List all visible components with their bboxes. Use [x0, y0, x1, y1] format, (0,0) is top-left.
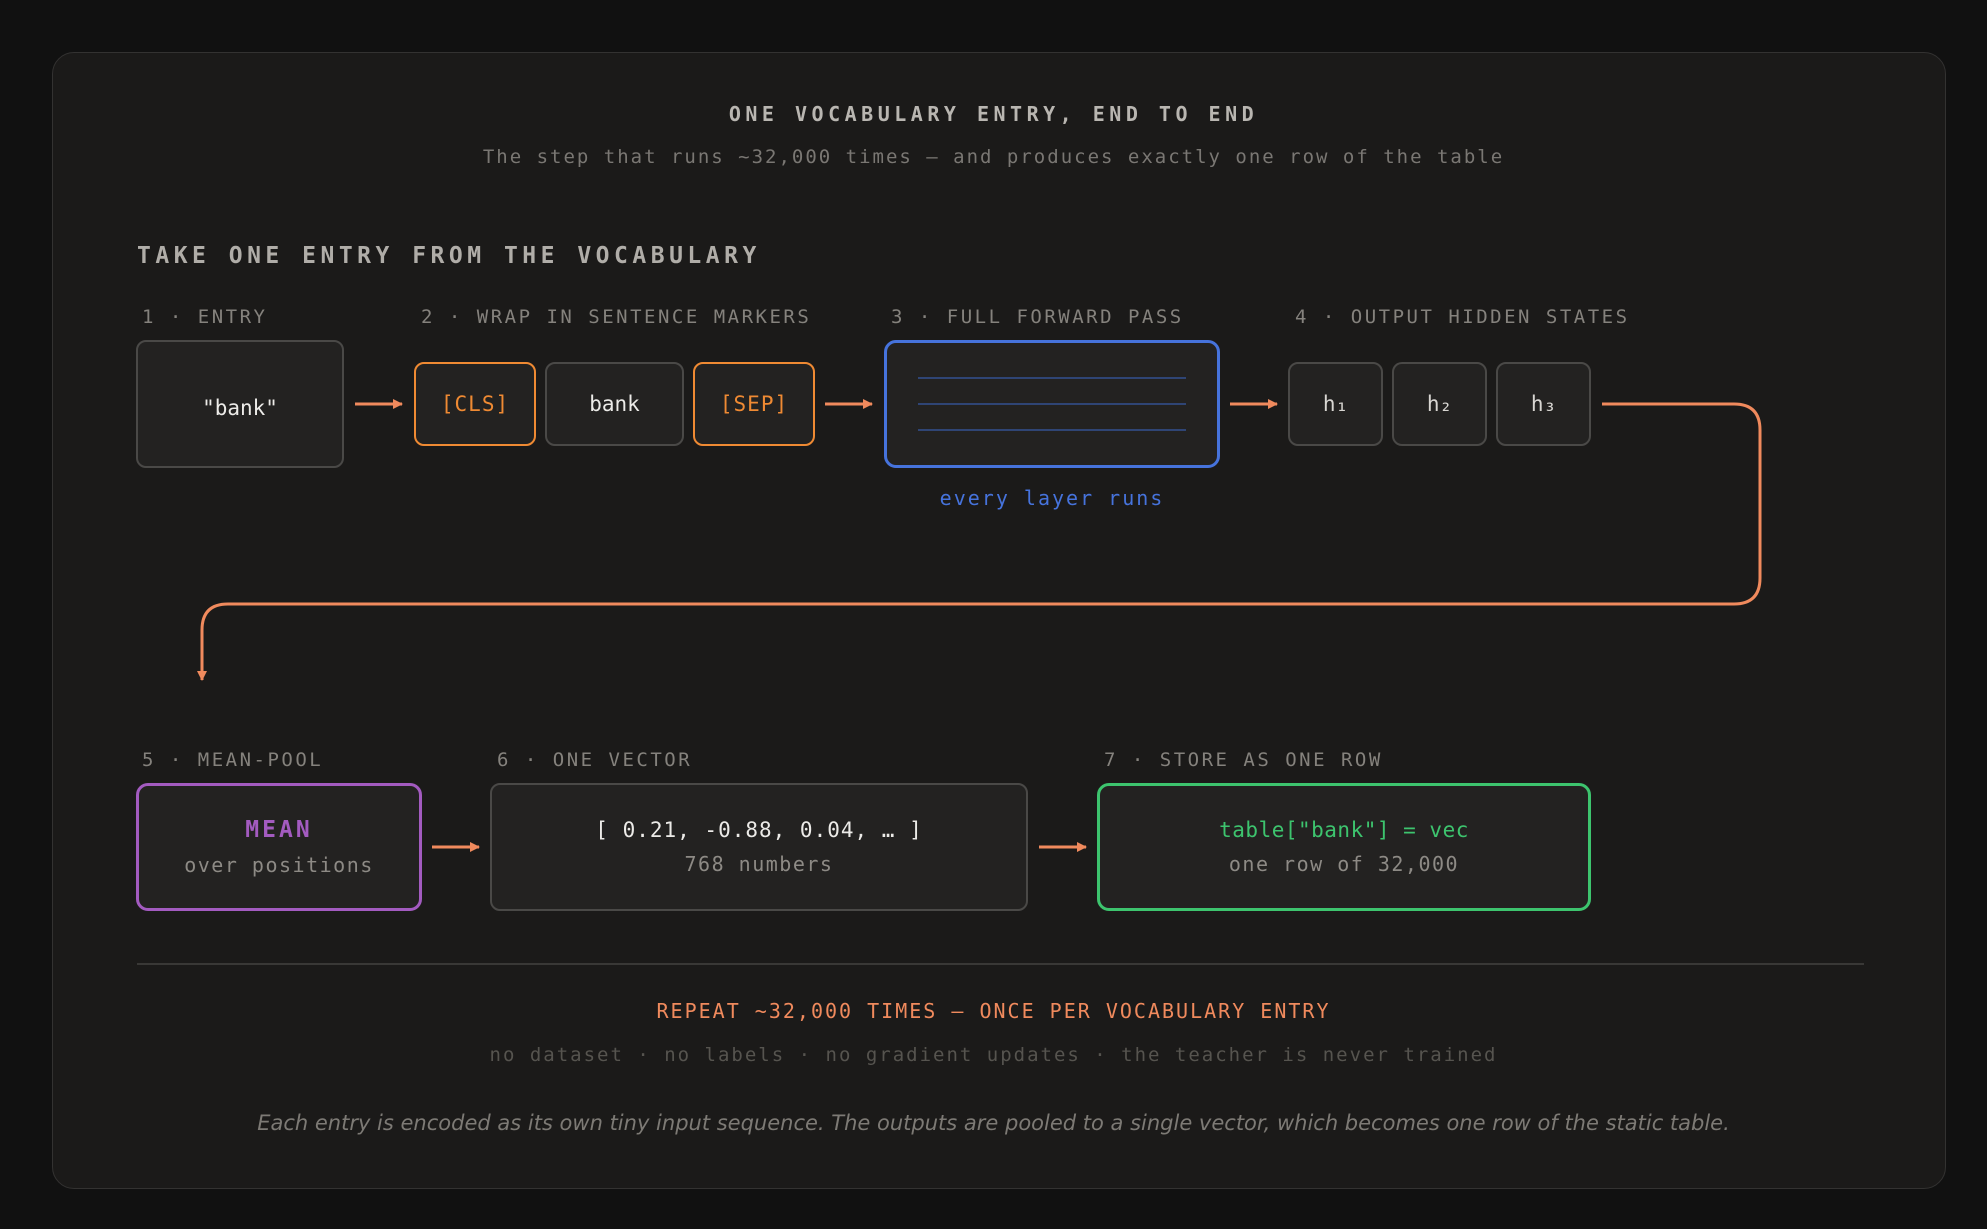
footer-divider [137, 963, 1864, 965]
diagram-caption: Each entry is encoded as its own tiny in… [257, 1111, 1730, 1135]
constraints-note: no dataset · no labels · no gradient upd… [489, 1044, 1498, 1066]
arrow-states-to-meanpool [197, 402, 1762, 681]
repeat-note: REPEAT ~32,000 TIMES — ONCE PER VOCABULA… [656, 999, 1331, 1023]
